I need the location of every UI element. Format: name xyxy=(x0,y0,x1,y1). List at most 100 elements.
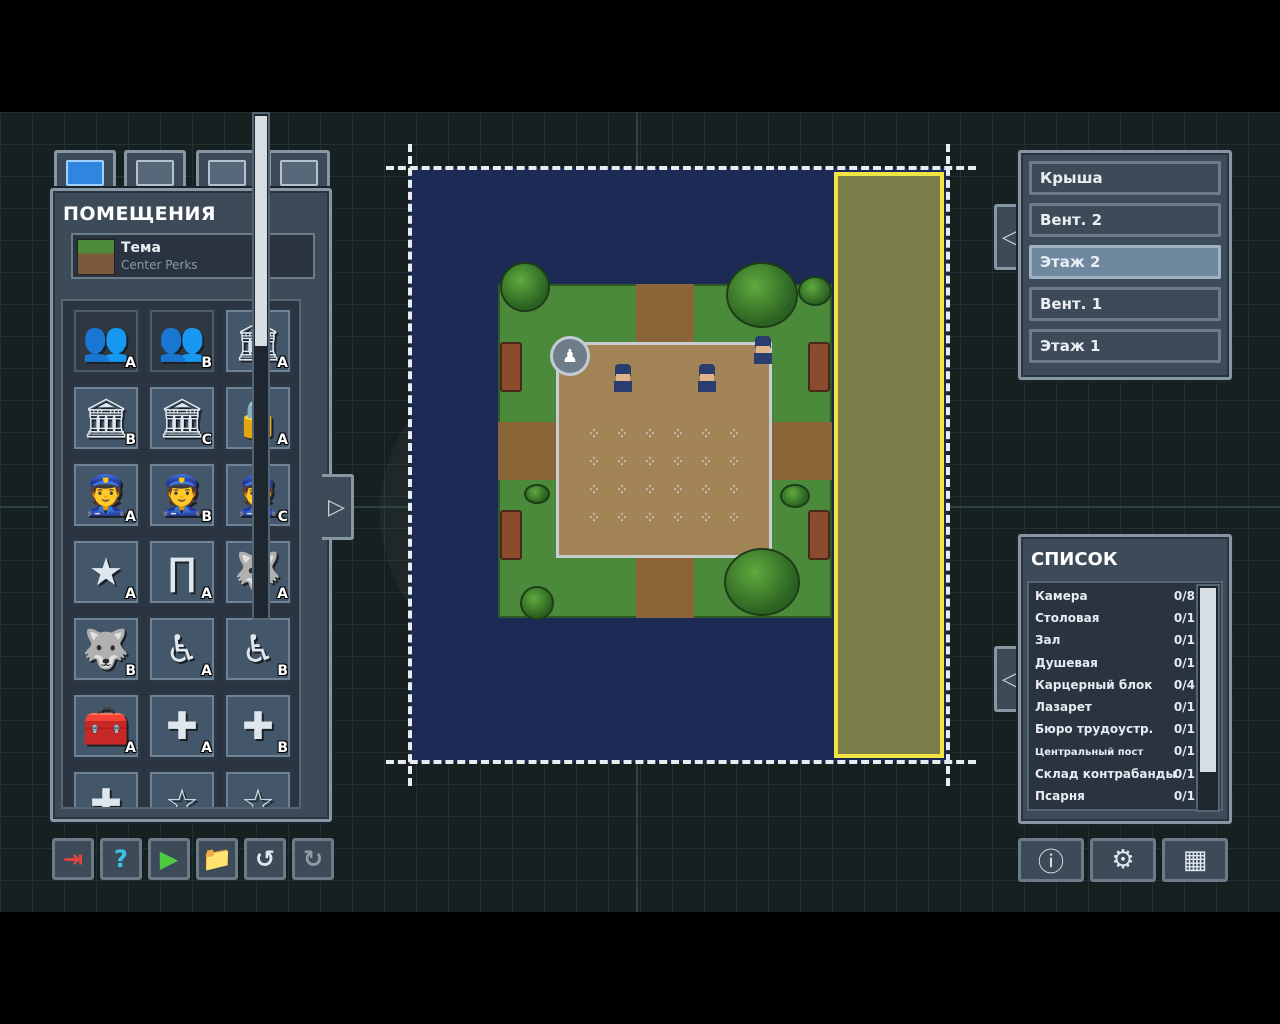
theme-label: Тема xyxy=(121,240,161,256)
room-variant-label: B xyxy=(277,740,288,756)
footprint-icon: ⁘ xyxy=(615,424,629,443)
help-button[interactable]: ? xyxy=(100,838,142,880)
bush xyxy=(524,484,550,504)
list-title: СПИСОК xyxy=(1031,549,1118,570)
bench xyxy=(500,342,522,392)
list-item[interactable]: Зал 0/1 xyxy=(1035,633,1195,653)
panel-title: ПОМЕЩЕНИЯ xyxy=(63,203,217,225)
room-tile[interactable]: ✚ xyxy=(71,769,141,807)
tab-blueprint[interactable] xyxy=(54,150,116,192)
room-tile[interactable]: 👮 A xyxy=(71,461,141,529)
info-button[interactable]: ⓘ xyxy=(1018,838,1084,882)
list-item[interactable]: Столовая 0/1 xyxy=(1035,611,1195,631)
room-tile[interactable]: ♿ B xyxy=(223,615,293,683)
room-tile[interactable]: ∏ A xyxy=(147,538,217,606)
room-tile[interactable]: 👥 B xyxy=(147,307,217,375)
redo-button[interactable]: ↻ xyxy=(292,838,334,880)
floor-button[interactable]: Крыша xyxy=(1029,161,1221,195)
room-tile[interactable]: ☆ xyxy=(147,769,217,809)
list-item-count: 0/1 xyxy=(1173,633,1195,648)
floor-button[interactable]: Вент. 2 xyxy=(1029,203,1221,237)
objects-tab-icon xyxy=(208,159,246,186)
map-bounds-left xyxy=(408,144,412,786)
room-variant-label: B xyxy=(125,432,136,448)
tree xyxy=(500,262,550,312)
guard-head-icon: 👮 xyxy=(158,472,206,517)
footprint-icon: ⁘ xyxy=(671,480,685,499)
room-tile[interactable]: 👮 B xyxy=(147,461,217,529)
list-item-count: 0/1 xyxy=(1173,744,1195,759)
tab-info-edit[interactable] xyxy=(124,150,186,192)
list-item-name: Зал xyxy=(1035,633,1061,648)
floor-button[interactable]: Этаж 2 xyxy=(1029,245,1221,279)
list-item-count: 0/1 xyxy=(1173,655,1195,670)
list-item[interactable]: Лазарет 0/1 xyxy=(1035,700,1195,720)
exit-button[interactable]: ⇥ xyxy=(52,838,94,880)
footprint-icon: ⁘ xyxy=(587,508,601,527)
list-item[interactable]: Бюро трудоустр. 0/1 xyxy=(1035,722,1195,742)
room-variant-label: A xyxy=(125,586,136,602)
list-item-count: 0/4 xyxy=(1173,677,1195,692)
room-tile[interactable]: 🧰 A xyxy=(71,692,141,760)
room-variant-label: B xyxy=(277,663,288,679)
room-tile[interactable]: ★ A xyxy=(71,538,141,606)
floor-selector-panel: Крыша Вент. 2 Этаж 2 Вент. 1 Этаж 1 xyxy=(1018,150,1232,380)
room-variant-label: A xyxy=(125,740,136,756)
list-item[interactable]: Карцерный блок 0/4 xyxy=(1035,678,1195,698)
play-button[interactable]: ▶ xyxy=(148,838,190,880)
list-item-name: Бюро трудоустр. xyxy=(1035,722,1154,737)
floor-button[interactable]: Вент. 1 xyxy=(1029,287,1221,321)
collapse-left-panel-button[interactable]: ▷ xyxy=(322,474,354,540)
grid-view-button[interactable]: ▦ xyxy=(1162,838,1228,882)
list-item[interactable]: Центральный пост 0/1 xyxy=(1035,744,1195,764)
prison-building-icon: 🏛 xyxy=(157,395,207,440)
roll-call-marker-icon[interactable]: ♟ xyxy=(550,336,590,376)
wheelchair-icon: ♿ xyxy=(240,627,276,671)
room-variant-label: A xyxy=(201,663,212,679)
bush xyxy=(780,484,810,508)
star-icon: ☆ xyxy=(164,781,200,809)
room-tile[interactable]: 🐺 B xyxy=(71,615,141,683)
redo-icon: ↻ xyxy=(302,845,324,873)
room-tile[interactable]: 🏛 C xyxy=(147,384,217,452)
list-item[interactable]: Склад контрабанды 0/1 xyxy=(1035,767,1195,787)
folder-button[interactable]: 📁 xyxy=(196,838,238,880)
tab-objects[interactable] xyxy=(196,150,258,192)
selection-rectangle[interactable] xyxy=(834,172,944,758)
room-tile[interactable]: 🏛 B xyxy=(71,384,141,452)
list-item[interactable]: Псарня 0/1 xyxy=(1035,789,1195,809)
bench xyxy=(808,342,830,392)
undo-button[interactable]: ↺ xyxy=(244,838,286,880)
guard-dog-icon: 🐺 xyxy=(82,626,130,671)
room-tile[interactable]: ♿ A xyxy=(147,615,217,683)
list-scrollbar[interactable] xyxy=(1196,584,1220,812)
guard-sprite xyxy=(696,364,718,392)
room-variant-label: A xyxy=(201,586,212,602)
bench xyxy=(500,510,522,560)
tab-tiles[interactable] xyxy=(268,150,330,192)
footprint-icon: ⁘ xyxy=(671,452,685,471)
chevron-left-icon: ◁ xyxy=(1002,224,1019,250)
map-bounds-right xyxy=(946,144,950,786)
letterbox-bottom xyxy=(0,912,1280,1024)
settings-gear-button[interactable]: ⚙ xyxy=(1090,838,1156,882)
scrollbar-thumb[interactable] xyxy=(255,116,267,346)
room-tile[interactable]: 👥 A xyxy=(71,307,141,375)
floor-button[interactable]: Этаж 1 xyxy=(1029,329,1221,363)
list-item[interactable]: Камера 0/8 xyxy=(1035,589,1195,609)
footprint-icon: ⁘ xyxy=(699,424,713,443)
rooms-scrollbar[interactable] xyxy=(252,112,270,620)
theme-selector[interactable]: Тема Center Perks xyxy=(71,233,315,279)
theme-thumbnail xyxy=(77,239,115,275)
room-tile[interactable]: ☆ xyxy=(223,769,293,807)
room-tile[interactable]: ✚ A xyxy=(147,692,217,760)
room-tile[interactable]: ✚ B xyxy=(223,692,293,760)
map-bounds-top xyxy=(386,166,976,170)
scrollbar-thumb[interactable] xyxy=(1200,588,1216,772)
list-item-name: Псарня xyxy=(1035,788,1085,803)
list-item-count: 0/1 xyxy=(1173,788,1195,803)
info-icon: ⓘ xyxy=(1037,847,1064,878)
list-item[interactable]: Душевая 0/1 xyxy=(1035,656,1195,676)
blueprint-tab-icon xyxy=(66,159,104,186)
toolbox-icon: 🧰 xyxy=(82,703,130,748)
